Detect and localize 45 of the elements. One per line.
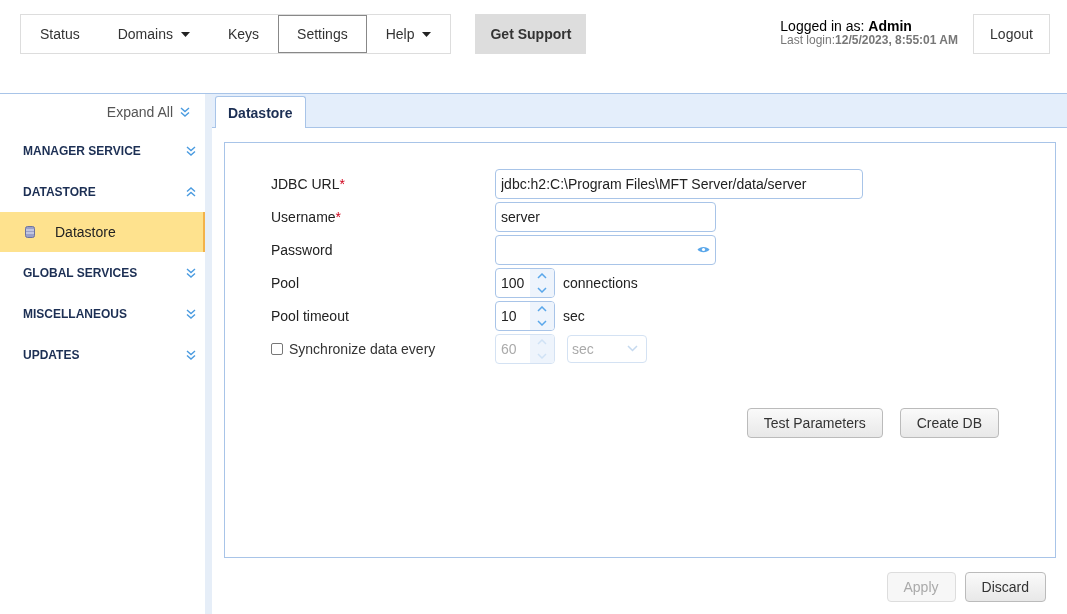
expand-icon[interactable] bbox=[185, 145, 197, 156]
footer-button[interactable]: Discard bbox=[964, 572, 1046, 602]
unit-label: sec bbox=[563, 307, 585, 324]
eye-icon[interactable] bbox=[697, 245, 710, 254]
spin-up-icon[interactable] bbox=[537, 272, 547, 279]
section-header[interactable]: MISCELLANEOUS bbox=[23, 306, 127, 321]
section-header[interactable]: DATASTORE bbox=[23, 184, 96, 199]
field-label: JDBC URL* bbox=[271, 175, 346, 192]
checkbox[interactable] bbox=[271, 342, 283, 355]
nav-tab[interactable]: Settings bbox=[278, 15, 367, 53]
checkbox-label: Synchronize data every bbox=[289, 340, 436, 357]
unit-label: connections bbox=[563, 274, 638, 291]
spin-up-icon[interactable] bbox=[537, 305, 547, 312]
caret-icon bbox=[180, 31, 190, 37]
last-login-text: Last login:12/5/2023, 8:55:01 AM bbox=[780, 34, 958, 47]
field-label: Pool bbox=[271, 274, 301, 291]
collapse-icon[interactable] bbox=[185, 186, 197, 197]
section-header[interactable]: GLOBAL SERVICES bbox=[23, 265, 138, 280]
spin-down-icon[interactable] bbox=[537, 319, 547, 326]
action-button[interactable]: Test Parameters bbox=[746, 408, 883, 438]
database-icon bbox=[25, 226, 35, 238]
section-header[interactable]: UPDATES bbox=[23, 347, 80, 362]
password-field[interactable] bbox=[495, 234, 716, 265]
chevron-down-icon bbox=[627, 345, 638, 352]
number-field[interactable]: 100 bbox=[495, 267, 555, 298]
logged-in-text: Logged in as: Admin bbox=[780, 18, 913, 34]
text-field[interactable]: jdbc:h2:C:\Program Files\MFT Server/data/server bbox=[495, 168, 863, 199]
field-label: Password bbox=[271, 241, 334, 258]
expand-icon[interactable] bbox=[185, 349, 197, 360]
logout-button[interactable]: Logout bbox=[973, 14, 1050, 54]
section-header[interactable]: MANAGER SERVICE bbox=[23, 143, 141, 158]
support-button[interactable]: Get Support bbox=[475, 14, 587, 54]
expand-all-link[interactable]: Expand All bbox=[106, 104, 173, 120]
sidebar-item[interactable]: Datastore bbox=[0, 212, 205, 252]
spin-down-icon[interactable] bbox=[537, 286, 547, 293]
expand-icon[interactable] bbox=[179, 107, 191, 117]
field-label: Username* bbox=[271, 208, 343, 225]
expand-icon[interactable] bbox=[185, 267, 197, 278]
expand-icon[interactable] bbox=[185, 308, 197, 319]
tab[interactable]: Datastore bbox=[215, 96, 306, 128]
text-field[interactable]: server bbox=[495, 201, 716, 232]
action-button[interactable]: Create DB bbox=[899, 408, 999, 438]
caret-icon bbox=[422, 31, 432, 37]
number-field[interactable]: 10 bbox=[495, 300, 555, 331]
field-label: Pool timeout bbox=[271, 307, 350, 324]
